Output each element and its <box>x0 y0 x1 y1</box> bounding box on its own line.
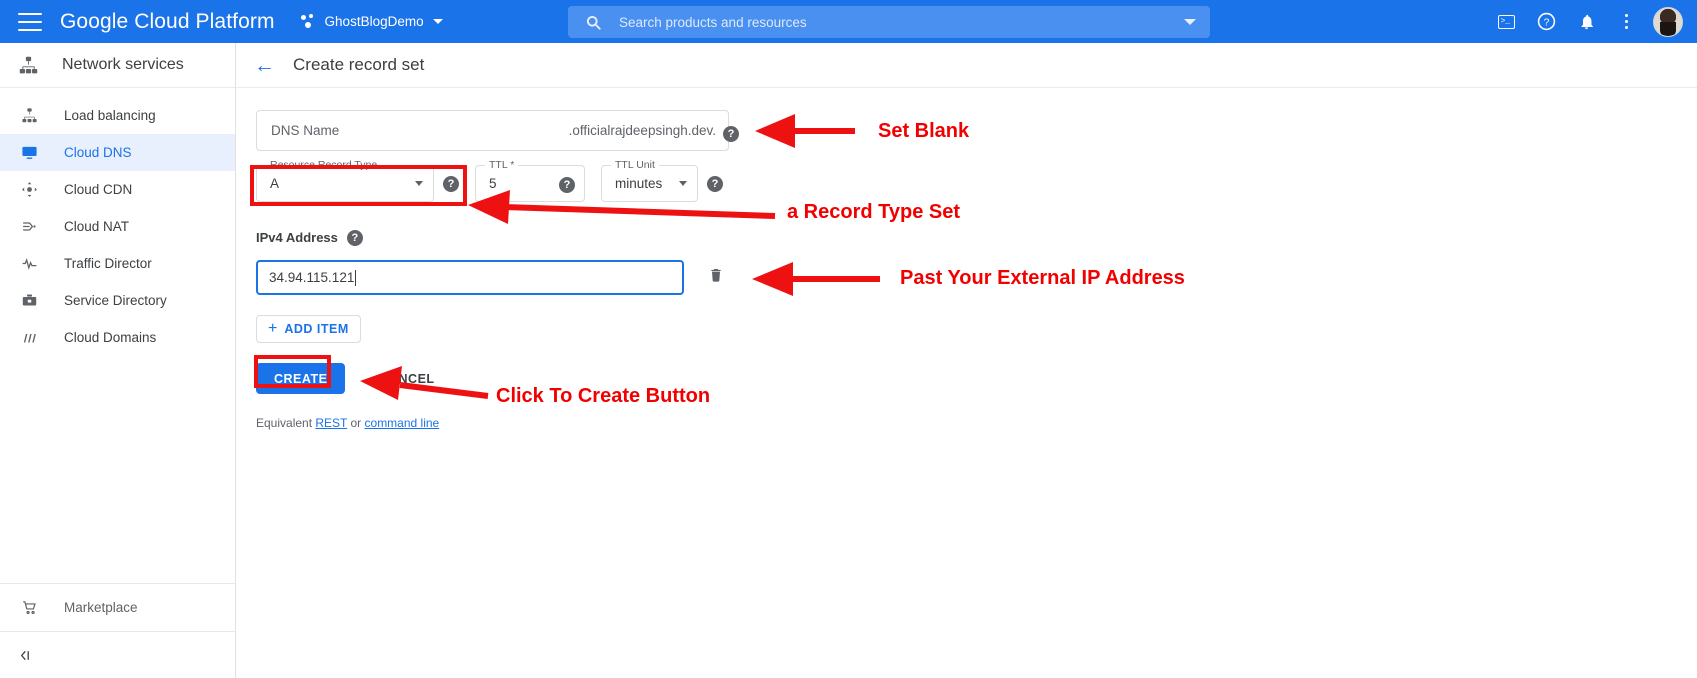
ttl-unit-select[interactable]: TTL Unit minutes <box>601 159 698 202</box>
search-input[interactable]: Search products and resources <box>568 6 1210 38</box>
dns-name-help-icon[interactable]: ? <box>723 124 739 142</box>
search-placeholder-text: Search products and resources <box>619 14 807 30</box>
project-name-label: GhostBlogDemo <box>324 14 424 29</box>
traffic-director-icon <box>18 253 40 275</box>
ipv4-address-input[interactable]: 34.94.115.121 <box>256 260 684 295</box>
trash-icon[interactable] <box>708 266 724 289</box>
dns-name-suffix: .officialrajdeepsingh.dev. <box>568 123 716 138</box>
sidebar-item-label: Marketplace <box>64 600 138 615</box>
rest-link[interactable]: REST <box>315 416 347 430</box>
ttl-label: TTL * <box>485 159 519 171</box>
annotation-label-external-ip: Past Your External IP Address <box>900 267 1185 289</box>
form-actions: CREATE CANCEL <box>256 363 1697 394</box>
cloud-nat-icon <box>18 216 40 238</box>
network-services-icon <box>16 53 40 77</box>
add-item-label: ADD ITEM <box>284 322 349 336</box>
search-dropdown-icon[interactable] <box>1184 19 1196 25</box>
sidebar-navigation: Network services Load balancing Cloud DN… <box>0 43 236 678</box>
gcp-console-screen: Google Cloud Platform GhostBlogDemo Sear… <box>0 0 1697 678</box>
ttl-help-icon[interactable]: ? <box>559 175 575 193</box>
sidebar-item-label: Cloud NAT <box>64 219 130 234</box>
chevron-down-icon <box>432 19 443 24</box>
sidebar-item-label: Cloud CDN <box>64 182 133 197</box>
chevron-down-icon <box>679 181 687 186</box>
cloud-shell-icon[interactable]: >_ <box>1489 5 1523 39</box>
search-icon <box>586 15 601 30</box>
sidebar-item-marketplace[interactable]: Marketplace <box>0 584 235 631</box>
sidebar-item-label: Traffic Director <box>64 256 152 271</box>
text-cursor <box>355 269 357 286</box>
user-avatar[interactable] <box>1653 6 1683 37</box>
create-button[interactable]: CREATE <box>256 363 346 394</box>
annotation-label-create-button: Click To Create Button <box>496 385 711 407</box>
add-item-button[interactable]: + ADD ITEM <box>256 315 361 343</box>
ttl-unit-value: minutes <box>615 176 663 191</box>
marketplace-cart-icon <box>18 597 40 619</box>
dns-name-input[interactable]: DNS Name .officialrajdeepsingh.dev. <box>256 110 729 151</box>
page-title: Create record set <box>293 55 425 74</box>
cloud-dns-icon <box>18 142 40 164</box>
more-options-icon[interactable] <box>1609 5 1643 39</box>
top-navigation-bar: Google Cloud Platform GhostBlogDemo Sear… <box>0 0 1697 43</box>
sidebar-title: Network services <box>62 56 184 73</box>
ttl-input[interactable]: TTL * 5 ? <box>475 159 585 202</box>
ipv4-address-label: IPv4 Address <box>256 229 338 245</box>
sidebar-item-cloud-domains[interactable]: Cloud Domains <box>0 319 235 356</box>
project-selector[interactable]: GhostBlogDemo <box>300 13 443 30</box>
resource-record-type-label: Resource Record Type <box>266 159 382 171</box>
equivalent-middle: or <box>347 416 365 430</box>
sidebar-item-cloud-cdn[interactable]: Cloud CDN <box>0 171 235 208</box>
annotation-label-set-blank: Set Blank <box>878 120 970 142</box>
dns-name-placeholder: DNS Name <box>271 123 340 138</box>
ttl-unit-label: TTL Unit <box>611 159 659 171</box>
chevron-down-icon <box>415 181 423 186</box>
sidebar-item-label: Cloud DNS <box>64 145 132 160</box>
notifications-bell-icon[interactable] <box>1569 5 1603 39</box>
annotation-label-record-type: a Record Type Set <box>787 201 961 223</box>
record-settings-row: Resource Record Type A ? TTL * 5 ? TTL U… <box>256 159 1697 202</box>
back-arrow-icon[interactable]: ← <box>254 55 275 76</box>
service-directory-icon <box>18 290 40 312</box>
sidebar-item-label: Cloud Domains <box>64 330 157 345</box>
sidebar-item-label: Load balancing <box>64 108 156 123</box>
cloud-cdn-icon <box>18 179 40 201</box>
sidebar-item-label: Service Directory <box>64 293 167 308</box>
sidebar-item-cloud-nat[interactable]: Cloud NAT <box>0 208 235 245</box>
resource-record-type-help-icon[interactable]: ? <box>443 165 459 202</box>
sidebar-footer: Marketplace <box>0 583 235 678</box>
svg-text:?: ? <box>1543 17 1549 28</box>
sidebar-item-load-balancing[interactable]: Load balancing <box>0 97 235 134</box>
equivalent-links: Equivalent REST or command line <box>256 416 1697 430</box>
cancel-button[interactable]: CANCEL <box>367 363 446 394</box>
resource-record-type-value: A <box>270 176 280 191</box>
load-balancing-icon <box>18 105 40 127</box>
project-dots-icon <box>300 13 317 30</box>
sidebar-item-cloud-dns[interactable]: Cloud DNS <box>0 134 235 171</box>
sidebar-header: Network services <box>0 43 235 88</box>
hamburger-menu-icon[interactable] <box>18 12 42 31</box>
ipv4-address-value: 34.94.115.121 <box>269 270 355 285</box>
ttl-unit-help-icon[interactable]: ? <box>707 165 723 202</box>
sidebar-item-service-directory[interactable]: Service Directory <box>0 282 235 319</box>
gcp-brand-title: Google Cloud Platform <box>60 9 275 33</box>
page-header: ← Create record set <box>236 43 1697 88</box>
collapse-panel-icon[interactable] <box>0 632 235 678</box>
plus-icon: + <box>268 320 278 337</box>
ttl-value: 5 <box>489 176 497 191</box>
sidebar-item-traffic-director[interactable]: Traffic Director <box>0 245 235 282</box>
ipv4-address-help-icon[interactable]: ? <box>346 228 363 246</box>
help-icon[interactable]: ? <box>1529 5 1563 39</box>
top-bar-actions: >_ ? <box>1483 0 1683 43</box>
ipv4-address-label-row: IPv4 Address ? <box>256 228 1697 246</box>
resource-record-type-select[interactable]: Resource Record Type A <box>256 159 434 202</box>
command-line-link[interactable]: command line <box>365 416 440 430</box>
equivalent-prefix: Equivalent <box>256 416 316 430</box>
cloud-domains-icon <box>18 327 40 349</box>
